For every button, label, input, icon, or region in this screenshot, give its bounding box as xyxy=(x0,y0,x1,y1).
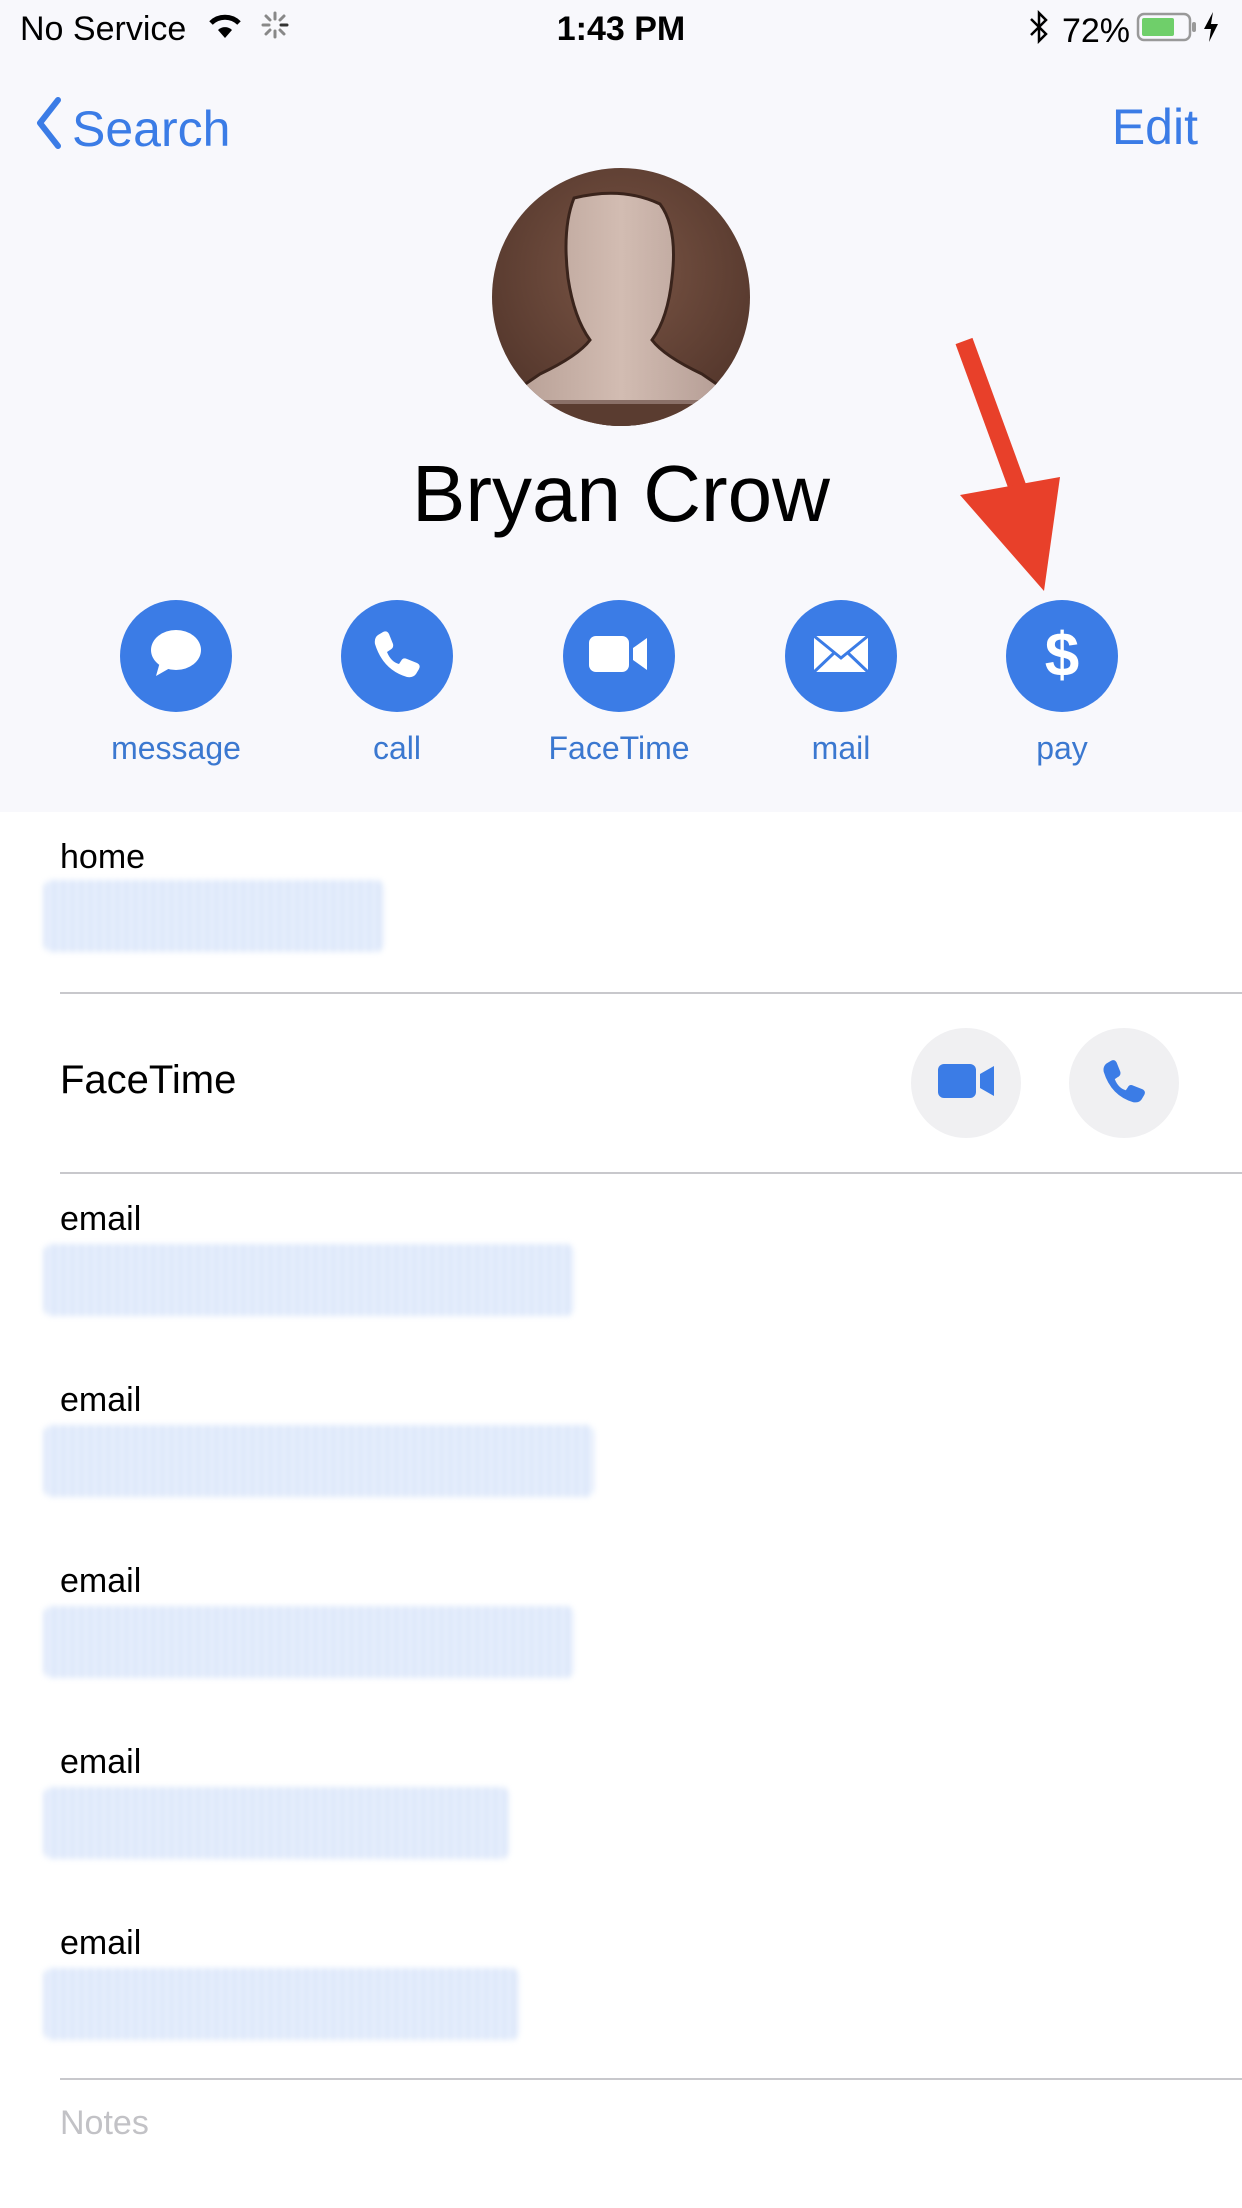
home-number-redacted[interactable] xyxy=(44,880,384,952)
email-value-redacted[interactable] xyxy=(44,1606,574,1678)
back-button[interactable]: Search xyxy=(34,96,230,162)
back-label: Search xyxy=(72,101,231,157)
annotation-arrow xyxy=(950,335,1070,600)
separator xyxy=(60,992,1242,994)
facetime-audio-button[interactable] xyxy=(1069,1028,1179,1138)
separator xyxy=(60,2078,1242,2080)
action-label: FaceTime xyxy=(548,730,690,766)
email-label: email xyxy=(60,1200,142,1238)
action-label: message xyxy=(111,730,241,766)
charging-bolt-icon xyxy=(1202,11,1220,52)
message-bubble-icon xyxy=(146,626,206,687)
status-bar: No Service 1:43 PM 72% xyxy=(0,0,1242,62)
dollar-icon: $ xyxy=(1044,621,1080,690)
email-label: email xyxy=(60,1381,142,1419)
email-value-redacted[interactable] xyxy=(44,1244,574,1316)
separator xyxy=(60,1172,1242,1174)
notes-field[interactable]: Notes xyxy=(60,2104,149,2143)
action-label: mail xyxy=(811,730,871,766)
facetime-label: FaceTime xyxy=(60,1058,237,1102)
action-label: call xyxy=(372,730,421,766)
battery-icon xyxy=(1136,11,1198,52)
mail-action-button[interactable]: mail xyxy=(741,600,941,767)
email-value-redacted[interactable] xyxy=(44,1968,519,2040)
call-action-button[interactable]: call xyxy=(297,600,497,767)
home-label: home xyxy=(60,838,146,876)
phone-icon xyxy=(371,628,423,685)
battery-percent: 72% xyxy=(1061,12,1130,50)
battery-fill xyxy=(1142,18,1174,36)
email-label: email xyxy=(60,1924,142,1962)
envelope-icon xyxy=(812,634,870,679)
email-value-redacted[interactable] xyxy=(44,1425,594,1497)
email-label: email xyxy=(60,1562,142,1600)
pay-action-button[interactable]: $ pay xyxy=(962,600,1162,767)
chevron-left-icon xyxy=(34,96,62,162)
action-label: pay xyxy=(1036,730,1088,766)
edit-button[interactable]: Edit xyxy=(1112,98,1198,156)
facetime-action-button[interactable]: FaceTime xyxy=(519,600,719,767)
message-action-button[interactable]: message xyxy=(76,600,276,767)
video-camera-icon xyxy=(936,1062,996,1105)
email-label: email xyxy=(60,1743,142,1781)
bluetooth-icon xyxy=(1028,9,1050,53)
email-value-redacted[interactable] xyxy=(44,1787,509,1859)
facetime-video-button[interactable] xyxy=(911,1028,1021,1138)
phone-icon xyxy=(1100,1057,1148,1110)
quick-actions: message call FaceTime mail $ pay xyxy=(0,600,1242,780)
video-camera-icon xyxy=(587,634,651,679)
avatar[interactable] xyxy=(492,168,750,426)
